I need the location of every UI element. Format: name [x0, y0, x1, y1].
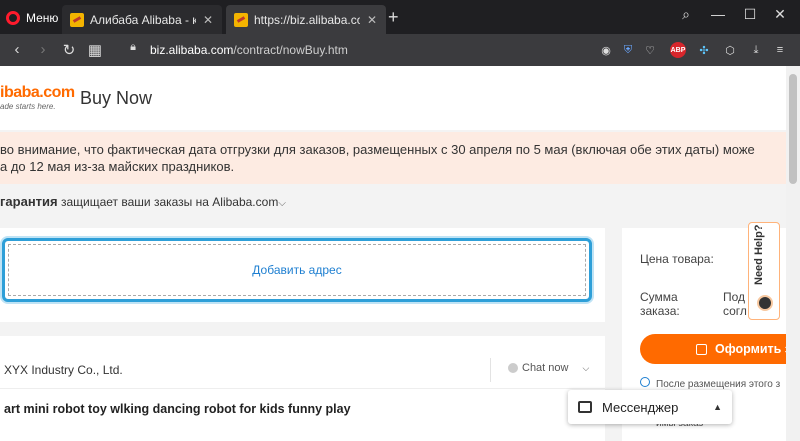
chevron-down-icon: ⌵: [582, 362, 590, 373]
back-icon[interactable]: ‹: [8, 41, 26, 58]
speed-dial-icon[interactable]: ▦: [86, 41, 104, 59]
support-agent-avatar: [757, 295, 773, 311]
order-sum-label-line1: Сумма: [640, 290, 678, 304]
divider: [0, 388, 605, 389]
easy-setup-icon[interactable]: ≡: [772, 42, 788, 58]
tab-alibaba-home[interactable]: Алибаба Alibaba - крупнейш ✕: [62, 5, 222, 34]
info-icon: [640, 377, 650, 387]
shield-icon[interactable]: ⛨: [620, 42, 636, 58]
maximize-icon[interactable]: ☐: [740, 6, 760, 23]
tab-title: https://biz.alibaba.com/cor: [254, 12, 360, 27]
logo-text: ibaba.com: [0, 84, 75, 101]
order-sum-value: Под согл: [723, 290, 747, 318]
close-tab-icon[interactable]: ✕: [202, 13, 214, 27]
tab-buy-now[interactable]: https://biz.alibaba.com/cor ✕: [226, 5, 386, 34]
seller-name[interactable]: XYX Industry Co., Ltd.: [4, 363, 123, 377]
seller-card: XYX Industry Co., Ltd. Chat now ⌵ art mi…: [0, 336, 605, 441]
chevron-down-icon: ⌵: [278, 198, 286, 209]
shield-check-icon: [696, 343, 707, 355]
guarantee-title: гарантия: [0, 194, 58, 209]
browser-tab-bar: Меню Алибаба Alibaba - крупнейш ✕ https:…: [0, 0, 800, 34]
forward-icon[interactable]: ›: [34, 41, 52, 58]
guarantee-text: защищает ваши заказы на Alibaba.com: [60, 195, 279, 209]
page-header: ibaba.com ade starts here. Buy Now: [0, 66, 786, 130]
camera-icon[interactable]: ◉: [598, 42, 614, 58]
pinwheel-extension-icon[interactable]: ✣: [696, 42, 712, 58]
order-sum-label-line2: заказа:: [640, 304, 680, 318]
order-sum-value-line2: согл: [723, 304, 747, 318]
chat-label: Chat now: [522, 362, 569, 374]
download-icon[interactable]: ⤓: [748, 42, 764, 58]
heart-icon[interactable]: ♡: [642, 42, 658, 58]
need-help-tab[interactable]: Need Help?: [748, 222, 780, 320]
order-sum-label: Сумма заказа:: [640, 290, 680, 318]
order-sum-value-line1: Под: [723, 290, 746, 304]
place-order-button[interactable]: Оформить за: [640, 334, 800, 364]
box-icon[interactable]: ⬡: [722, 42, 738, 58]
minimize-icon[interactable]: —: [708, 6, 728, 22]
chat-icon: [508, 363, 518, 373]
search-icon[interactable]: ⌕: [676, 6, 696, 23]
url-domain: biz.alibaba.com: [150, 43, 234, 57]
adblock-icon[interactable]: ABP: [670, 42, 686, 58]
close-tab-icon[interactable]: ✕: [366, 13, 378, 27]
price-label: Цена товара:: [640, 252, 714, 266]
info-line-1: После размещения этого з: [656, 379, 781, 390]
add-address-box[interactable]: Добавить адрес: [2, 238, 592, 302]
reload-icon[interactable]: ↻: [60, 41, 78, 59]
new-tab-button[interactable]: +: [388, 7, 399, 28]
close-window-icon[interactable]: ✕: [770, 6, 790, 23]
page-title: Buy Now: [80, 88, 153, 108]
address-bar: ‹ › ↻ ▦ 🔒︎ biz.alibaba.com/contract/nowB…: [0, 34, 800, 66]
alibaba-logo[interactable]: ibaba.com ade starts here.: [0, 84, 75, 111]
add-address-link[interactable]: Добавить адрес: [252, 263, 341, 277]
logo-tagline: ade starts here.: [0, 102, 56, 111]
url-field[interactable]: biz.alibaba.com/contract/nowBuy.htm: [150, 43, 348, 57]
add-address-dashed: Добавить адрес: [8, 244, 586, 296]
chat-now-button[interactable]: Chat now ⌵: [508, 362, 589, 374]
need-help-label: Need Help?: [753, 224, 765, 285]
notice-line-2: а до 12 мая из-за майских праздников.: [0, 159, 235, 174]
tab-title: Алибаба Alibaba - крупнейш: [90, 12, 196, 27]
messenger-widget[interactable]: Мессенджер ▲: [568, 390, 732, 424]
alibaba-favicon-icon: [70, 12, 84, 27]
page-content: ibaba.com ade starts here. Buy Now во вн…: [0, 66, 800, 441]
divider: [490, 358, 491, 382]
trade-assurance-toggle[interactable]: гарантия защищает ваши заказы на Alibaba…: [0, 194, 286, 209]
alibaba-favicon-icon: [234, 12, 248, 27]
caret-up-icon[interactable]: ▲: [713, 402, 722, 412]
messenger-label: Мессенджер: [602, 399, 679, 415]
product-title[interactable]: art mini robot toy wlking dancing robot …: [4, 402, 351, 416]
message-icon: [578, 401, 592, 413]
opera-logo-icon: [6, 11, 20, 25]
menu-label: Меню: [26, 11, 59, 25]
scrollbar-thumb[interactable]: [789, 74, 797, 184]
lock-icon[interactable]: 🔒︎: [124, 41, 142, 54]
page-scrollbar[interactable]: [786, 66, 800, 441]
url-path: /contract/nowBuy.htm: [233, 43, 348, 57]
opera-menu-button[interactable]: Меню: [6, 9, 58, 27]
holiday-notice: во внимание, что фактическая дата отгруз…: [0, 132, 786, 184]
shipping-address-card: Добавить адрес: [0, 228, 605, 322]
notice-line-1: во внимание, что фактическая дата отгруз…: [0, 142, 755, 157]
